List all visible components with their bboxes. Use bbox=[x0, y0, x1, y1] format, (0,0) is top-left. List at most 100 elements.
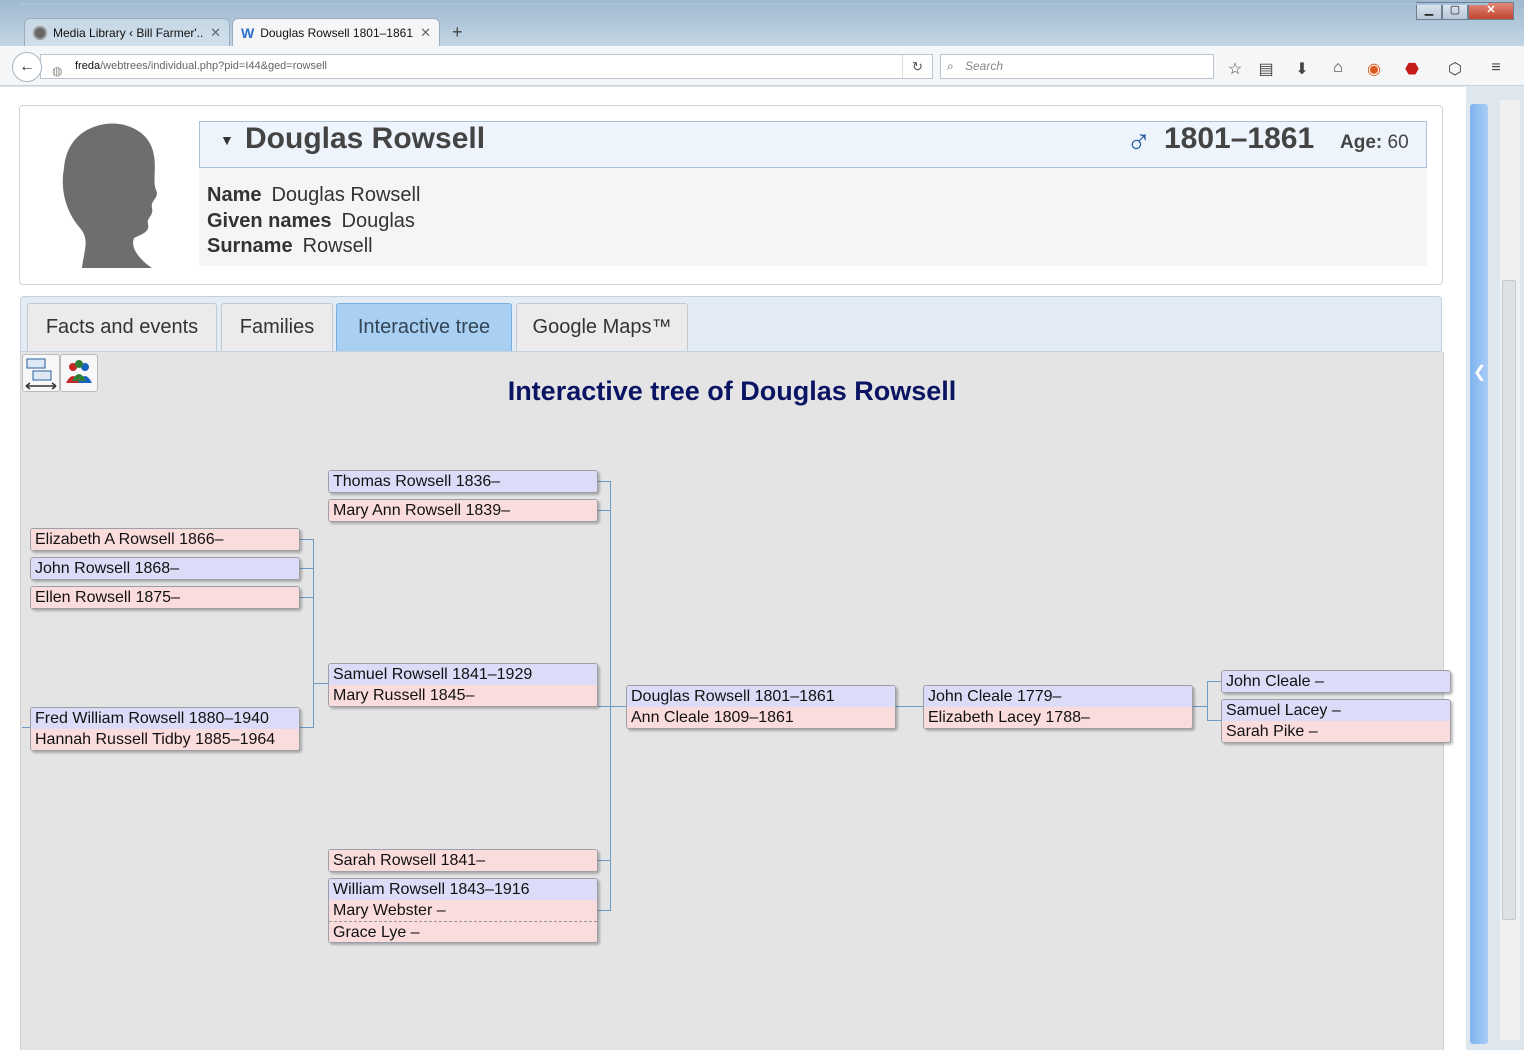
collapse-panel-icon[interactable]: ❮ bbox=[1473, 362, 1486, 382]
reading-list-icon[interactable]: ▤ bbox=[1256, 59, 1276, 79]
menu-hamburger-icon[interactable]: ≡ bbox=[1486, 59, 1506, 77]
tab-title: Media Library ‹ Bill Farmer'... bbox=[53, 25, 205, 40]
connector-line bbox=[610, 706, 626, 707]
tree-family-box[interactable]: Samuel Rowsell 1841–1929 Mary Russell 18… bbox=[328, 663, 598, 707]
caret-down-icon[interactable]: ▼ bbox=[220, 132, 234, 148]
tab-google-maps[interactable]: Google Maps™ bbox=[516, 303, 688, 351]
bookmark-star-icon[interactable]: ☆ bbox=[1225, 59, 1245, 79]
tree-person-box[interactable]: Sarah Rowsell 1841– bbox=[328, 849, 598, 872]
detail-value: Douglas Rowsell bbox=[271, 184, 421, 206]
detail-value: Rowsell bbox=[302, 235, 373, 257]
connector-line bbox=[300, 568, 313, 569]
connector-line bbox=[598, 481, 610, 482]
side-panel-toggle[interactable] bbox=[1470, 104, 1488, 1044]
reload-icon[interactable]: ↻ bbox=[902, 55, 932, 78]
tree-person-male[interactable]: Thomas Rowsell 1836– bbox=[329, 471, 597, 492]
connector-line bbox=[300, 597, 313, 598]
tree-person-female[interactable]: Sarah Pike – bbox=[1222, 721, 1450, 742]
detail-value: Douglas bbox=[341, 210, 415, 232]
tab-title: Douglas Rowsell 1801–1861... bbox=[260, 25, 415, 40]
male-icon: ♂ bbox=[1126, 122, 1152, 160]
tree-person-female[interactable]: Sarah Rowsell 1841– bbox=[329, 850, 597, 871]
age-value: 60 bbox=[1387, 132, 1409, 153]
download-icon[interactable]: ⬇ bbox=[1292, 59, 1312, 79]
url-host: freda bbox=[75, 60, 101, 72]
detail-name: Name Douglas Rowsell bbox=[207, 184, 420, 207]
tree-person-male[interactable]: William Rowsell 1843–1916 bbox=[329, 879, 597, 900]
adblock-icon[interactable]: ⬣ bbox=[1402, 59, 1422, 79]
close-tab-icon[interactable]: ✕ bbox=[210, 25, 221, 41]
tree-heading: Interactive tree of Douglas Rowsell bbox=[507, 376, 957, 406]
back-arrow-icon: ← bbox=[19, 58, 35, 75]
tree-root-family-box[interactable]: Douglas Rowsell 1801–1861 Ann Cleale 180… bbox=[626, 685, 896, 729]
tree-person-male[interactable]: Samuel Lacey – bbox=[1222, 700, 1450, 721]
connector-line bbox=[300, 539, 313, 540]
tree-person-female[interactable]: Mary Webster – bbox=[329, 900, 597, 921]
extension-icon[interactable]: ◉ bbox=[1364, 59, 1384, 79]
tree-person-male[interactable]: John Cleale 1779– bbox=[924, 686, 1192, 707]
connector-line bbox=[598, 860, 610, 861]
tree-person-female[interactable]: Ann Cleale 1809–1861 bbox=[627, 707, 895, 728]
connector-line bbox=[598, 910, 610, 911]
tree-person-female[interactable]: Elizabeth A Rowsell 1866– bbox=[31, 529, 299, 550]
url-path: /webtrees/individual.php?pid=I44&ged=row… bbox=[100, 60, 327, 72]
tree-person-female[interactable]: Grace Lye – bbox=[329, 921, 597, 942]
tree-person-female[interactable]: Mary Russell 1845– bbox=[329, 685, 597, 706]
tree-person-box[interactable]: John Rowsell 1868– bbox=[30, 557, 300, 580]
tree-person-female[interactable]: Elizabeth Lacey 1788– bbox=[924, 707, 1192, 728]
page-top-rule bbox=[20, 3, 1488, 5]
tree-family-box[interactable]: Fred William Rowsell 1880–1940 Hannah Ru… bbox=[30, 707, 300, 751]
tree-person-male[interactable]: Fred William Rowsell 1880–1940 bbox=[31, 708, 299, 729]
tree-person-female[interactable]: Mary Ann Rowsell 1839– bbox=[329, 500, 597, 521]
search-placeholder: Search bbox=[965, 59, 1004, 73]
search-input[interactable]: ⌕ Search bbox=[940, 54, 1214, 79]
tab-families[interactable]: Families bbox=[221, 303, 333, 351]
connector-line bbox=[895, 706, 923, 707]
tree-person-female[interactable]: Hannah Russell Tidby 1885–1964 bbox=[31, 729, 299, 750]
browser-tab-douglas-rowsell[interactable]: W Douglas Rowsell 1801–1861... ✕ bbox=[232, 18, 440, 46]
connector-line bbox=[313, 539, 314, 728]
detail-surname: Surname Rowsell bbox=[207, 235, 373, 258]
connector-line bbox=[1207, 681, 1208, 720]
tree-person-box[interactable]: Thomas Rowsell 1836– bbox=[328, 470, 598, 493]
connector-line bbox=[313, 683, 328, 684]
tab-facts-and-events[interactable]: Facts and events bbox=[27, 303, 217, 351]
browser-tab-media-library[interactable]: Media Library ‹ Bill Farmer'... ✕ bbox=[24, 18, 230, 46]
tree-person-box[interactable]: Elizabeth A Rowsell 1866– bbox=[30, 528, 300, 551]
connector-line bbox=[22, 727, 30, 728]
navigation-toolbar: ◍ freda/webtrees/individual.php?pid=I44&… bbox=[0, 46, 1524, 86]
tree-family-box[interactable]: John Cleale 1779– Elizabeth Lacey 1788– bbox=[923, 685, 1193, 729]
tab-interactive-tree[interactable]: Interactive tree bbox=[336, 303, 512, 351]
connector-line bbox=[1207, 681, 1221, 682]
tree-person-male[interactable]: John Cleale – bbox=[1222, 671, 1450, 692]
connector-line bbox=[1192, 706, 1207, 707]
individual-name: Douglas Rowsell bbox=[245, 122, 486, 155]
address-bar[interactable]: ◍ freda/webtrees/individual.php?pid=I44&… bbox=[40, 54, 933, 79]
tree-family-box[interactable]: William Rowsell 1843–1916 Mary Webster –… bbox=[328, 878, 598, 943]
detail-label: Surname bbox=[207, 235, 293, 257]
wordpress-favicon-icon bbox=[33, 25, 47, 40]
tree-person-male[interactable]: John Rowsell 1868– bbox=[31, 558, 299, 579]
scrollbar-thumb[interactable] bbox=[1502, 280, 1516, 920]
tree-person-box[interactable]: John Cleale – bbox=[1221, 670, 1451, 693]
globe-icon: ◍ bbox=[52, 64, 63, 78]
age-label: Age: bbox=[1340, 132, 1383, 153]
detail-label: Name bbox=[207, 184, 262, 206]
home-icon[interactable]: ⌂ bbox=[1328, 59, 1348, 77]
tree-family-box[interactable]: Samuel Lacey – Sarah Pike – bbox=[1221, 699, 1451, 743]
back-button[interactable]: ← bbox=[12, 52, 42, 82]
connector-line bbox=[598, 510, 610, 511]
tree-person-box[interactable]: Ellen Rowsell 1875– bbox=[30, 586, 300, 609]
close-tab-icon[interactable]: ✕ bbox=[420, 25, 431, 41]
connector-line bbox=[610, 481, 611, 911]
tree-person-box[interactable]: Mary Ann Rowsell 1839– bbox=[328, 499, 598, 522]
tree-person-male[interactable]: Douglas Rowsell 1801–1861 bbox=[627, 686, 895, 707]
tree-person-female[interactable]: Ellen Rowsell 1875– bbox=[31, 587, 299, 608]
lifespan: 1801–1861 bbox=[1164, 122, 1315, 155]
connector-line bbox=[1207, 720, 1221, 721]
tree-person-male[interactable]: Samuel Rowsell 1841–1929 bbox=[329, 664, 597, 685]
search-icon: ⌕ bbox=[947, 59, 954, 73]
silhouette-placeholder-icon bbox=[62, 123, 157, 268]
new-tab-icon[interactable]: + bbox=[452, 22, 463, 43]
addon-icon[interactable]: ⬡ bbox=[1445, 59, 1465, 79]
